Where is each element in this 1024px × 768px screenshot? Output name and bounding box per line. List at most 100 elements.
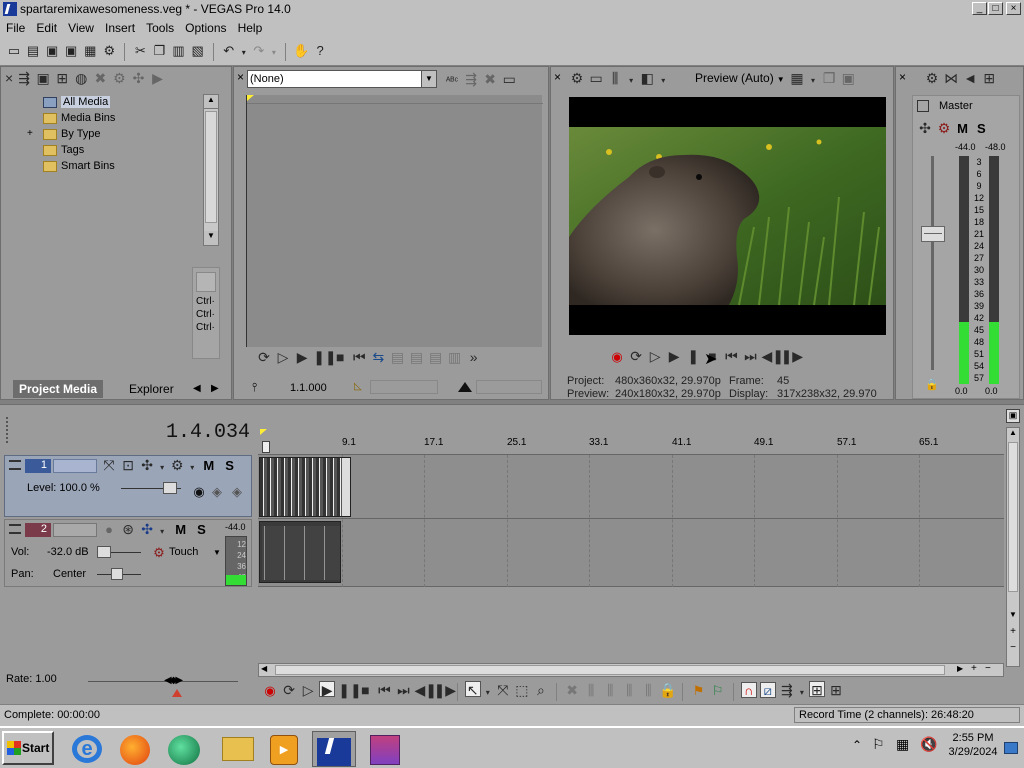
go-to-end-icon[interactable]: ⏭	[742, 348, 758, 364]
preview-fx-icon[interactable]: ⚙	[569, 70, 585, 86]
firefox-icon[interactable]	[116, 731, 156, 767]
compositing-child-icon[interactable]: ◈	[209, 484, 225, 500]
tree-item-tags[interactable]: Tags	[21, 142, 187, 158]
audio-solo-button[interactable]: S	[189, 522, 206, 537]
overlays-grid-icon[interactable]: ▦	[789, 70, 805, 86]
selection-start-field[interactable]	[370, 380, 438, 394]
maximize-button[interactable]: □	[988, 2, 1003, 15]
marker-toggle-icon[interactable]: ▣	[1006, 409, 1020, 423]
start-button[interactable]: Start	[2, 731, 54, 765]
fit-icon[interactable]: ▥	[447, 349, 463, 365]
play-from-start-icon[interactable]: ▷	[275, 349, 291, 365]
pause-icon[interactable]: ❚	[685, 348, 701, 364]
insert-fx-icon[interactable]: ✣	[917, 120, 933, 136]
help-icon[interactable]: ?	[312, 43, 328, 59]
composite-mode-icon[interactable]: ⤧	[101, 457, 117, 473]
panel-close-icon[interactable]: ×	[554, 70, 561, 84]
tree-item-smart-bins[interactable]: Smart Bins	[21, 158, 187, 174]
loop-icon[interactable]: ⟳	[628, 348, 644, 364]
web-icon[interactable]: ◍	[73, 70, 89, 86]
master-mute-button[interactable]: M	[955, 121, 968, 136]
play-icon[interactable]: ▶	[319, 681, 336, 698]
new-project-icon[interactable]: ▭	[6, 43, 22, 59]
pause-icon[interactable]: ❚❚	[313, 349, 336, 365]
show-desktop-icon[interactable]	[1004, 742, 1018, 754]
delete-icon[interactable]: ✖	[564, 682, 580, 698]
pause-icon[interactable]: ❚❚	[338, 682, 361, 698]
lock-envelopes-icon[interactable]: ⊞	[808, 681, 825, 698]
zoom-out-icon[interactable]: −	[985, 663, 991, 674]
hand-icon[interactable]: ✋	[293, 43, 309, 59]
trim-start-icon[interactable]: ⫼	[602, 682, 618, 698]
tab-explorer[interactable]: Explorer	[123, 380, 180, 398]
rate-slider-handle[interactable]: ◀◆▶	[164, 675, 188, 687]
meter-options-icon[interactable]: ⊞	[981, 70, 997, 86]
vegas-app-icon[interactable]	[3, 2, 17, 16]
preview-quality-dropdown[interactable]: Preview (Auto) ▼	[695, 71, 785, 85]
trim-icon[interactable]: ⫼	[583, 682, 599, 698]
add-to-timeline-icon[interactable]: ⇆	[370, 349, 386, 365]
menu-insert[interactable]: Insert	[101, 18, 139, 35]
chevron-down-icon[interactable]: ▼	[774, 75, 785, 84]
panel-close-icon[interactable]: ×	[5, 70, 13, 86]
vegas-taskbar-icon[interactable]	[312, 731, 356, 767]
menu-tools[interactable]: Tools	[142, 18, 178, 35]
file-explorer-icon[interactable]	[218, 731, 258, 767]
show-hidden-icons[interactable]: ⌃	[852, 738, 862, 752]
messenger-icon[interactable]	[164, 731, 204, 767]
zoom-tool-icon[interactable]: ⌕	[533, 682, 549, 698]
video-track-header[interactable]: 1 ⤧ ⊡ ✣ ▾ ⚙ ▾ M S Level: 100.0 % ◉ ◈ ◈	[4, 455, 252, 517]
external-monitor-icon[interactable]: ▭	[588, 70, 604, 86]
tree-item-all-media[interactable]: All Media	[21, 94, 187, 110]
import-media-icon[interactable]: ⇶	[16, 70, 32, 86]
tab-scroll-left-icon[interactable]: ◀	[193, 383, 201, 394]
loop-icon[interactable]: ⟳	[281, 682, 297, 698]
auto-crossfade-icon[interactable]: ⧄	[759, 682, 776, 698]
master-fader-handle[interactable]	[921, 226, 945, 242]
make-compositing-child-icon[interactable]: ◈	[229, 484, 245, 500]
tree-scrollbar[interactable]: ▲ ▼	[203, 94, 219, 246]
vol-slider-handle[interactable]	[97, 546, 111, 558]
master-solo-button[interactable]: S	[971, 121, 986, 136]
cursor-handle[interactable]	[262, 441, 270, 453]
mono-icon[interactable]: ◄	[962, 70, 978, 86]
normal-edit-tool-icon[interactable]: ↖	[464, 681, 481, 698]
undo-icon[interactable]: ↶	[221, 43, 237, 59]
track-fx-icon[interactable]: ✣	[139, 457, 155, 473]
action-center-flag-icon[interactable]: ⚐	[872, 736, 885, 753]
insert-marker-icon[interactable]: ⚑	[691, 683, 707, 699]
expand-icon[interactable]: +	[27, 126, 33, 142]
master-fx-icon[interactable]: ⚙	[936, 120, 952, 136]
auto-ripple-icon[interactable]: ⇶	[779, 682, 795, 698]
timeline-hscroll[interactable]: ◀ ▶ + −	[258, 663, 1004, 677]
play-media-icon[interactable]: ▶	[150, 70, 166, 86]
go-to-start-icon[interactable]: ⏮	[351, 349, 367, 365]
input-monitor-icon[interactable]: ⊛	[120, 521, 136, 537]
snapping-icon[interactable]: ∩	[740, 682, 757, 698]
zoom-out-icon[interactable]: −	[1007, 642, 1019, 653]
mixer-settings-icon[interactable]: ⚙	[924, 70, 940, 86]
settings-dropdown-icon[interactable]: ▾	[188, 460, 196, 476]
copy-snapshot-icon[interactable]: ❐	[821, 70, 837, 86]
automation-mode[interactable]: Touch	[169, 546, 198, 558]
track-name-field[interactable]	[53, 523, 97, 537]
split-view-dropdown-icon[interactable]: ▾	[658, 73, 668, 89]
previous-frame-icon[interactable]: ◀❚	[762, 348, 785, 364]
menu-edit[interactable]: Edit	[32, 18, 61, 35]
panel-close-icon[interactable]: ×	[237, 70, 244, 84]
track-menu-icon[interactable]	[9, 524, 21, 534]
remove-icon[interactable]: ✖	[92, 70, 108, 86]
save-snapshot-icon[interactable]: ▣	[840, 70, 856, 86]
copy-icon[interactable]: ❐	[152, 43, 168, 59]
undo-dropdown-icon[interactable]: ▾	[240, 45, 248, 61]
audio-clip[interactable]	[259, 521, 341, 583]
network-icon[interactable]: ▦	[896, 736, 909, 753]
clear-icon[interactable]: ⇶	[463, 71, 479, 87]
clock[interactable]: 2:55 PM 3/29/2024	[946, 732, 1000, 758]
chevron-down-icon[interactable]: ▼	[421, 71, 436, 87]
next-frame-icon[interactable]: ❚▶	[434, 682, 457, 698]
next-frame-icon[interactable]: ❚▶	[781, 348, 804, 364]
ripple-dropdown-icon[interactable]: ▾	[798, 685, 806, 701]
render-icon[interactable]: ▦	[82, 43, 98, 59]
play-from-start-icon[interactable]: ▷	[300, 682, 316, 698]
